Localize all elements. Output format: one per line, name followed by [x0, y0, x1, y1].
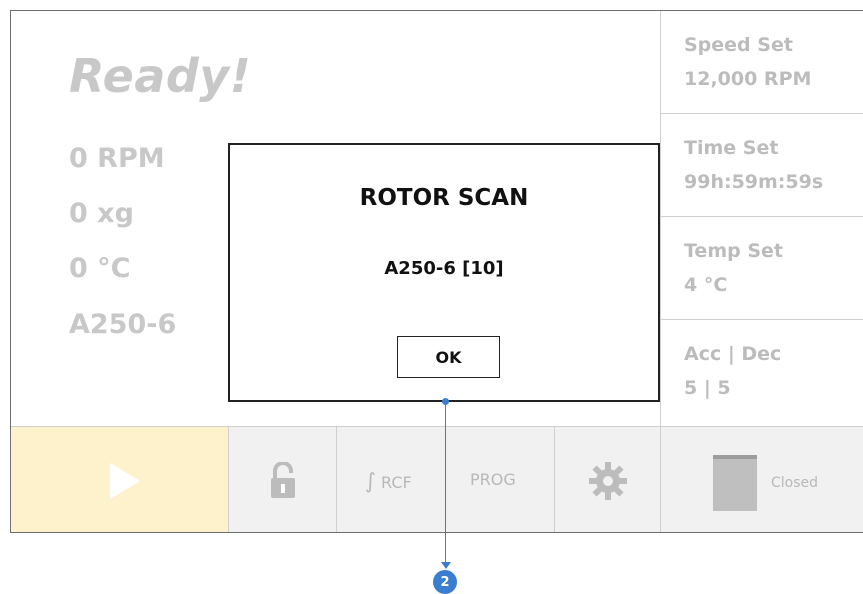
speed-readout: 0 RPM	[69, 143, 165, 174]
status-title: Ready!	[69, 49, 252, 103]
settings-button[interactable]	[555, 427, 661, 532]
acc-dec-item[interactable]: Acc | Dec 5 | 5	[661, 320, 863, 423]
time-set-item[interactable]: Time Set 99h:59m:59s	[661, 114, 863, 217]
speed-set-item[interactable]: Speed Set 12,000 RPM	[661, 11, 863, 114]
unlock-icon	[270, 461, 295, 498]
settings-panel: Speed Set 12,000 RPM Time Set 99h:59m:59…	[660, 11, 863, 426]
rcf-prog-section: ∫ RCF PROG	[337, 427, 555, 532]
lid-lock-button[interactable]	[229, 427, 337, 532]
play-icon	[109, 462, 140, 499]
gear-icon	[588, 461, 627, 500]
lid-status-label: Closed	[771, 475, 819, 491]
start-button[interactable]	[11, 427, 229, 532]
setting-value: 12,000 RPM	[684, 68, 812, 90]
prog-button[interactable]: PROG	[470, 470, 516, 489]
lid-status-button[interactable]: Closed	[661, 427, 863, 532]
rcf-label: RCF	[381, 473, 412, 492]
dialog-title: ROTOR SCAN	[359, 185, 529, 211]
integral-icon: ∫	[365, 469, 376, 493]
setting-value: 4 °C	[684, 274, 728, 296]
rcf-readout: 0 xg	[69, 198, 134, 229]
temp-set-item[interactable]: Temp Set 4 °C	[661, 217, 863, 320]
callout-line	[445, 402, 446, 568]
rotor-readout: A250-6	[69, 309, 177, 340]
rotor-scan-dialog: ROTOR SCAN A250-6 [10] OK	[228, 143, 660, 402]
rcf-toggle[interactable]: ∫ RCF	[365, 469, 412, 493]
callout-arrow-icon	[441, 562, 451, 569]
bottom-toolbar: ∫ RCF PROG Closed	[11, 426, 863, 532]
setting-label: Speed Set	[684, 34, 793, 56]
setting-label: Temp Set	[684, 240, 783, 262]
setting-value: 99h:59m:59s	[684, 171, 824, 193]
setting-label: Time Set	[684, 137, 779, 159]
callout-badge: 2	[433, 570, 457, 594]
dialog-rotor-id: A250-6 [10]	[384, 258, 504, 279]
temperature-readout: 0 °C	[69, 253, 131, 284]
setting-label: Acc | Dec	[684, 343, 782, 365]
ok-button[interactable]: OK	[397, 336, 500, 378]
lid-icon	[713, 455, 757, 511]
setting-value: 5 | 5	[684, 377, 731, 399]
